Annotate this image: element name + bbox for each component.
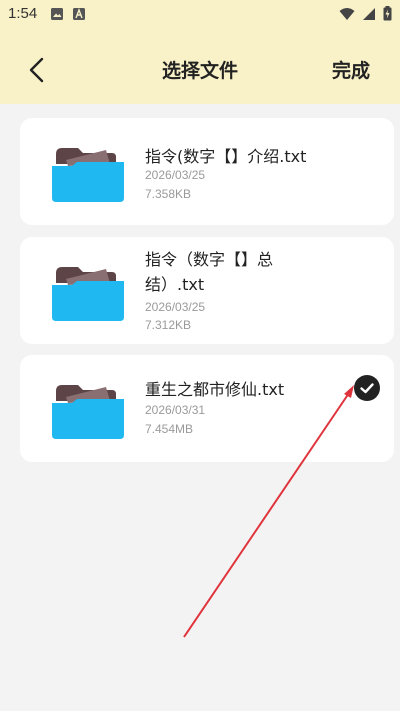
wifi-icon <box>339 7 355 20</box>
done-button[interactable]: 完成 <box>332 56 370 83</box>
battery-charging-icon <box>383 6 392 21</box>
file-name: 指令(数字【】介绍.txt <box>145 147 307 166</box>
font-a-icon <box>73 8 85 20</box>
folder-icon <box>52 267 124 321</box>
folder-icon <box>52 148 124 202</box>
selected-checkbox[interactable] <box>354 375 380 401</box>
folder-icon <box>52 385 124 439</box>
checkmark-icon <box>360 383 374 394</box>
file-size: 7.454MB <box>145 422 194 436</box>
file-date: 2026/03/25 <box>145 168 206 182</box>
top-app-bar: 选择文件 完成 <box>0 30 400 104</box>
status-icons-right <box>339 6 392 21</box>
status-icons-left <box>50 7 86 21</box>
signal-icon <box>363 7 375 20</box>
file-item[interactable]: 指令（数字【】总结）.txt 2026/03/25 7.312KB <box>20 237 394 344</box>
file-name: 重生之都市修仙.txt <box>145 380 285 399</box>
file-item-selected[interactable]: 重生之都市修仙.txt 2026/03/31 7.454MB <box>20 355 394 462</box>
status-time: 1:54 <box>8 5 38 22</box>
file-item[interactable]: 指令(数字【】介绍.txt 2026/03/25 7.358KB <box>20 118 394 225</box>
file-name: 指令（数字【】总结）.txt <box>145 250 274 294</box>
image-icon <box>51 8 63 20</box>
file-size: 7.358KB <box>145 187 192 201</box>
file-date: 2026/03/31 <box>145 403 206 417</box>
file-size: 7.312KB <box>145 318 192 332</box>
status-bar: 1:54 <box>0 0 400 30</box>
file-date: 2026/03/25 <box>145 300 206 314</box>
